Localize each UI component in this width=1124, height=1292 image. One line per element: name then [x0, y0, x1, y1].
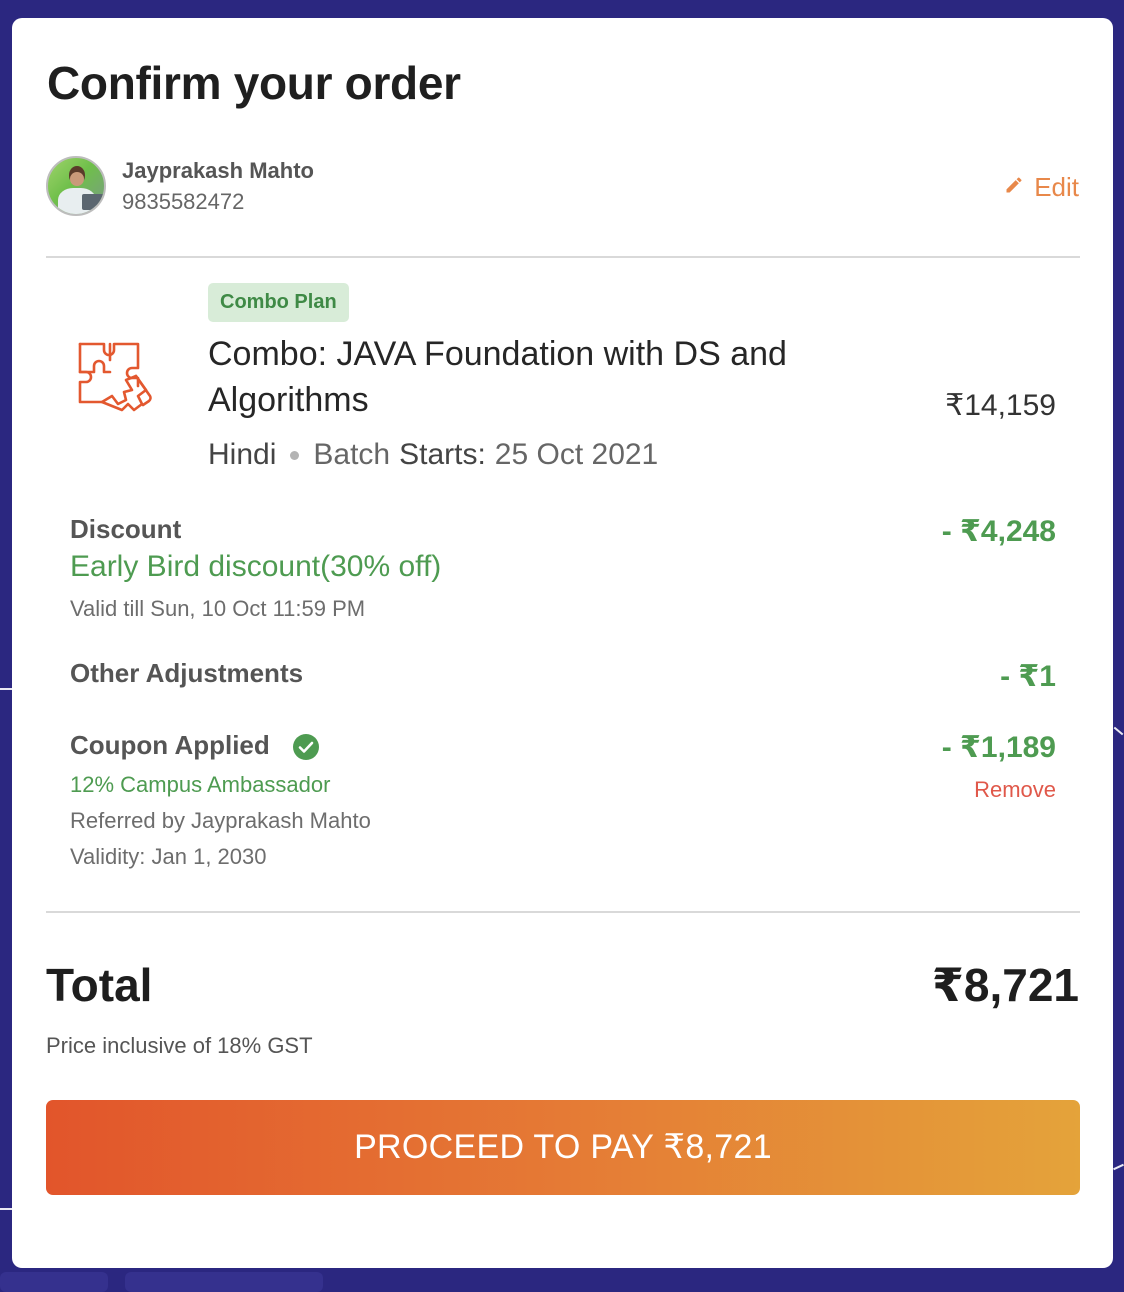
backdrop-line: [1113, 1163, 1124, 1171]
gst-note: Price inclusive of 18% GST: [46, 1033, 313, 1058]
remove-coupon-button[interactable]: Remove: [974, 777, 1056, 803]
discount-amount: - ₹4,248: [941, 515, 1056, 548]
user-phone: 9835582472: [122, 189, 245, 214]
batch-label-1: Batch: [313, 438, 391, 471]
check-circle-icon: [293, 734, 319, 765]
avatar: [46, 156, 106, 216]
coupon-label: Coupon Applied: [70, 730, 270, 760]
user-name: Jayprakash Mahto: [122, 158, 314, 183]
divider: [46, 256, 1080, 258]
separator-dot: [290, 450, 300, 460]
coupon-referred-by: Referred by Jayprakash Mahto: [70, 808, 371, 833]
proceed-to-pay-button[interactable]: PROCEED TO PAY ₹8,721: [46, 1100, 1080, 1195]
edit-button[interactable]: Edit: [1004, 172, 1079, 203]
divider: [46, 911, 1080, 913]
discount-validity: Valid till Sun, 10 Oct 11:59 PM: [70, 596, 366, 621]
order-confirm-modal: Confirm your order Jayprakash Mahto 9835…: [12, 18, 1113, 1268]
adjustments-amount: - ₹1: [1000, 660, 1056, 693]
course-language: Hindi: [208, 438, 277, 471]
backdrop-bar: [0, 1272, 108, 1292]
total-label: Total: [46, 959, 153, 1011]
discount-label: Discount: [70, 514, 182, 544]
coupon-validity: Validity: Jan 1, 2030: [70, 844, 267, 869]
discount-name: Early Bird discount(30% off): [70, 550, 442, 583]
plan-badge: Combo Plan: [208, 283, 349, 322]
pencil-icon: [1004, 175, 1024, 200]
page-title: Confirm your order: [47, 57, 461, 109]
backdrop-bar: [125, 1272, 323, 1292]
edit-label: Edit: [1034, 172, 1079, 202]
batch-date: 25 Oct 2021: [494, 438, 659, 471]
total-amount: ₹8,721: [931, 959, 1079, 1011]
course-title: Combo: JAVA Foundation with DS and Algor…: [208, 335, 787, 419]
adjustments-label: Other Adjustments: [70, 658, 304, 688]
coupon-amount: - ₹1,189: [941, 731, 1056, 764]
course-price: ₹14,159: [945, 389, 1056, 422]
backdrop-line: [1113, 726, 1124, 736]
course-meta: Hindi Batch Starts: 25 Oct 2021: [208, 438, 658, 472]
batch-label-2: Starts:: [399, 438, 486, 471]
coupon-name: 12% Campus Ambassador: [70, 772, 331, 797]
puzzle-icon: [76, 338, 158, 425]
